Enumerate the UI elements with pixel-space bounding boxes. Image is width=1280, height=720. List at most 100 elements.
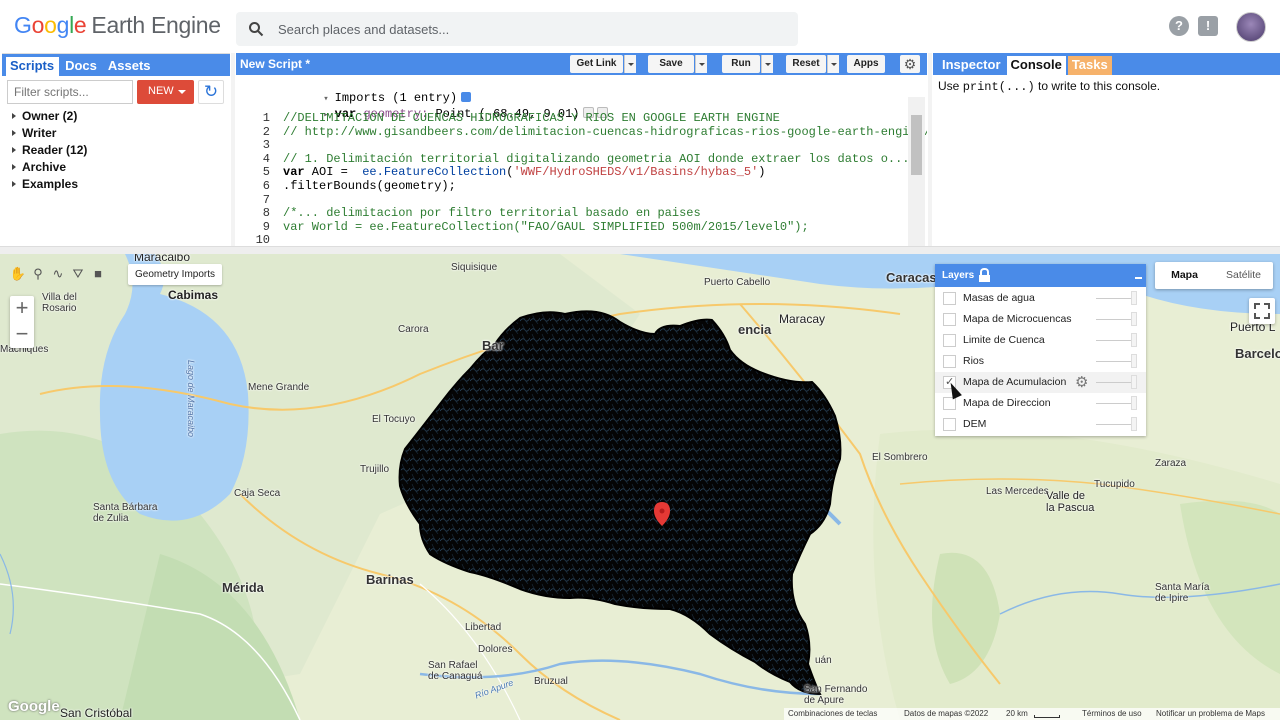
reset-dropdown[interactable] bbox=[827, 55, 839, 73]
layer-gear-icon[interactable]: ⚙ bbox=[1075, 373, 1088, 391]
zoom-in-button[interactable]: + bbox=[10, 296, 34, 322]
layer-row[interactable]: Mapa de Direccion bbox=[935, 393, 1146, 414]
opacity-slider[interactable] bbox=[1096, 319, 1136, 320]
layer-checkbox[interactable] bbox=[943, 397, 956, 410]
avatar[interactable] bbox=[1236, 12, 1266, 42]
run-button[interactable]: Run bbox=[722, 55, 760, 73]
apps-button[interactable]: Apps bbox=[847, 55, 885, 73]
map-view[interactable]: Maracaibo Cabimas Villa del Rosario Mach… bbox=[0, 254, 1280, 720]
code-line[interactable]: 10 bbox=[236, 233, 283, 246]
tree-item-owner[interactable]: Owner (2) bbox=[12, 109, 87, 126]
line-tool-icon[interactable]: ∿ bbox=[48, 262, 68, 286]
google-earth-engine-logo[interactable]: Google Earth Engine bbox=[14, 12, 221, 39]
lock-icon[interactable] bbox=[979, 268, 990, 282]
opacity-slider-handle[interactable] bbox=[1131, 333, 1137, 347]
code-area[interactable]: ▾ Imports (1 entry) ▸ var geometry: Point … bbox=[236, 75, 927, 246]
opacity-slider[interactable] bbox=[1096, 382, 1136, 383]
opacity-slider-handle[interactable] bbox=[1131, 375, 1137, 389]
new-button[interactable]: NEW bbox=[137, 80, 194, 104]
code-line[interactable]: 3 bbox=[236, 138, 283, 152]
rectangle-tool-icon[interactable]: ■ bbox=[88, 262, 108, 286]
opacity-slider[interactable] bbox=[1096, 298, 1136, 299]
help-icon[interactable]: ? bbox=[1169, 16, 1189, 36]
opacity-slider[interactable] bbox=[1096, 361, 1136, 362]
opacity-slider-handle[interactable] bbox=[1131, 396, 1137, 410]
save-button[interactable]: Save bbox=[648, 55, 694, 73]
save-dropdown[interactable] bbox=[695, 55, 707, 73]
map-splitter[interactable] bbox=[0, 246, 1280, 254]
tab-scripts[interactable]: Scripts bbox=[6, 57, 60, 76]
search-input[interactable] bbox=[278, 20, 778, 38]
tab-console[interactable]: Console bbox=[1006, 56, 1066, 75]
search-box[interactable] bbox=[236, 12, 798, 46]
tree-item-writer[interactable]: Writer bbox=[12, 126, 87, 143]
tab-tasks[interactable]: Tasks bbox=[1067, 56, 1112, 75]
layer-row[interactable]: Masas de agua bbox=[935, 288, 1146, 309]
line-number: 7 bbox=[262, 192, 270, 207]
code-line[interactable]: 5 var AOI = ee.FeatureCollection('WWF/Hyd… bbox=[236, 165, 766, 179]
hand-tool-icon[interactable]: ✋ bbox=[8, 262, 28, 286]
minimize-icon[interactable] bbox=[1135, 277, 1142, 279]
code-line[interactable]: 7 bbox=[236, 193, 283, 207]
code-line[interactable]: 1 //DELIMITACION DE CUENCAS HIDROGRAFICAS… bbox=[236, 111, 780, 125]
map-type-map-button[interactable]: Mapa bbox=[1155, 262, 1214, 289]
fullscreen-icon[interactable] bbox=[1249, 298, 1275, 324]
run-dropdown[interactable] bbox=[761, 55, 773, 73]
opacity-slider-handle[interactable] bbox=[1131, 312, 1137, 326]
layer-row[interactable]: Rios bbox=[935, 351, 1146, 372]
layer-checkbox[interactable] bbox=[943, 418, 956, 431]
layer-row[interactable]: Limite de Cuenca bbox=[935, 330, 1146, 351]
zoom-out-button[interactable]: − bbox=[10, 322, 34, 348]
report-problem-link[interactable]: Notificar un problema de Maps bbox=[1156, 709, 1265, 718]
opacity-slider-handle[interactable] bbox=[1131, 417, 1137, 431]
panel-splitter[interactable] bbox=[231, 53, 235, 246]
import-geometry-row[interactable]: ▸ var geometry: Point (-68.49, 9.01) bbox=[280, 93, 608, 121]
map-type-satellite-button[interactable]: Satélite bbox=[1214, 262, 1273, 289]
vertical-scrollbar[interactable] bbox=[908, 97, 925, 246]
keyboard-shortcuts-link[interactable]: Combinaciones de teclas bbox=[788, 709, 877, 718]
opacity-slider[interactable] bbox=[1096, 340, 1136, 341]
script-title[interactable]: New Script * bbox=[240, 57, 310, 71]
tree-item-archive[interactable]: Archive bbox=[12, 160, 87, 177]
layer-row[interactable]: DEM bbox=[935, 414, 1146, 435]
tab-assets[interactable]: Assets bbox=[104, 57, 156, 76]
code-line[interactable]: 6 .filterBounds(geometry); bbox=[236, 179, 456, 193]
layer-name: Masas de agua bbox=[963, 292, 1035, 304]
layer-checkbox[interactable] bbox=[943, 334, 956, 347]
layer-checkbox[interactable] bbox=[943, 355, 956, 368]
gear-icon[interactable]: ⚙ bbox=[900, 55, 920, 73]
opacity-slider-handle[interactable] bbox=[1131, 354, 1137, 368]
panel-splitter[interactable] bbox=[928, 53, 932, 246]
opacity-slider-handle[interactable] bbox=[1131, 291, 1137, 305]
layer-checkbox[interactable] bbox=[943, 313, 956, 326]
opacity-slider[interactable] bbox=[1096, 403, 1136, 404]
layer-row[interactable]: Mapa de Acumulacion ⚙ bbox=[935, 372, 1146, 393]
reset-button[interactable]: Reset bbox=[786, 55, 826, 73]
polygon-tool-icon[interactable]: ⛛ bbox=[68, 262, 88, 286]
refresh-icon[interactable]: ↻ bbox=[198, 80, 224, 104]
get-link-button[interactable]: Get Link bbox=[570, 55, 623, 73]
code-line[interactable]: 4 // 1. Delimitación territorial digitali… bbox=[236, 152, 910, 166]
scroll-thumb[interactable] bbox=[911, 115, 922, 175]
code-editor-panel: New Script * Get Link Save Run Reset App… bbox=[236, 53, 927, 246]
expand-arrow-icon bbox=[12, 164, 16, 170]
code-line[interactable]: 9 var World = ee.FeatureCollection("FAO/G… bbox=[236, 220, 809, 234]
code-line[interactable]: 2 // http://www.gisandbeers.com/delimitac… bbox=[236, 125, 927, 139]
opacity-slider[interactable] bbox=[1096, 424, 1136, 425]
tree-item-examples[interactable]: Examples bbox=[12, 177, 87, 194]
layer-checkbox[interactable] bbox=[943, 292, 956, 305]
layers-header[interactable]: Layers bbox=[935, 264, 1146, 287]
get-link-dropdown[interactable] bbox=[624, 55, 636, 73]
layer-row[interactable]: Mapa de Microcuencas bbox=[935, 309, 1146, 330]
code-line[interactable]: 8 /*... delimitacion por filtro territori… bbox=[236, 206, 701, 220]
filter-scripts-input[interactable] bbox=[7, 80, 133, 104]
marker-tool-icon[interactable]: ⚲ bbox=[28, 262, 48, 286]
tab-docs[interactable]: Docs bbox=[61, 57, 102, 76]
tab-inspector[interactable]: Inspector bbox=[938, 56, 1005, 75]
terms-link[interactable]: Términos de uso bbox=[1082, 709, 1142, 718]
imports-header[interactable]: ▾ Imports (1 entry) bbox=[280, 77, 472, 105]
tree-item-reader[interactable]: Reader (12) bbox=[12, 143, 87, 160]
geometry-imports-button[interactable]: Geometry Imports bbox=[128, 264, 223, 285]
feedback-icon[interactable]: ! bbox=[1198, 16, 1218, 36]
tree-item-label: Examples bbox=[22, 177, 79, 191]
